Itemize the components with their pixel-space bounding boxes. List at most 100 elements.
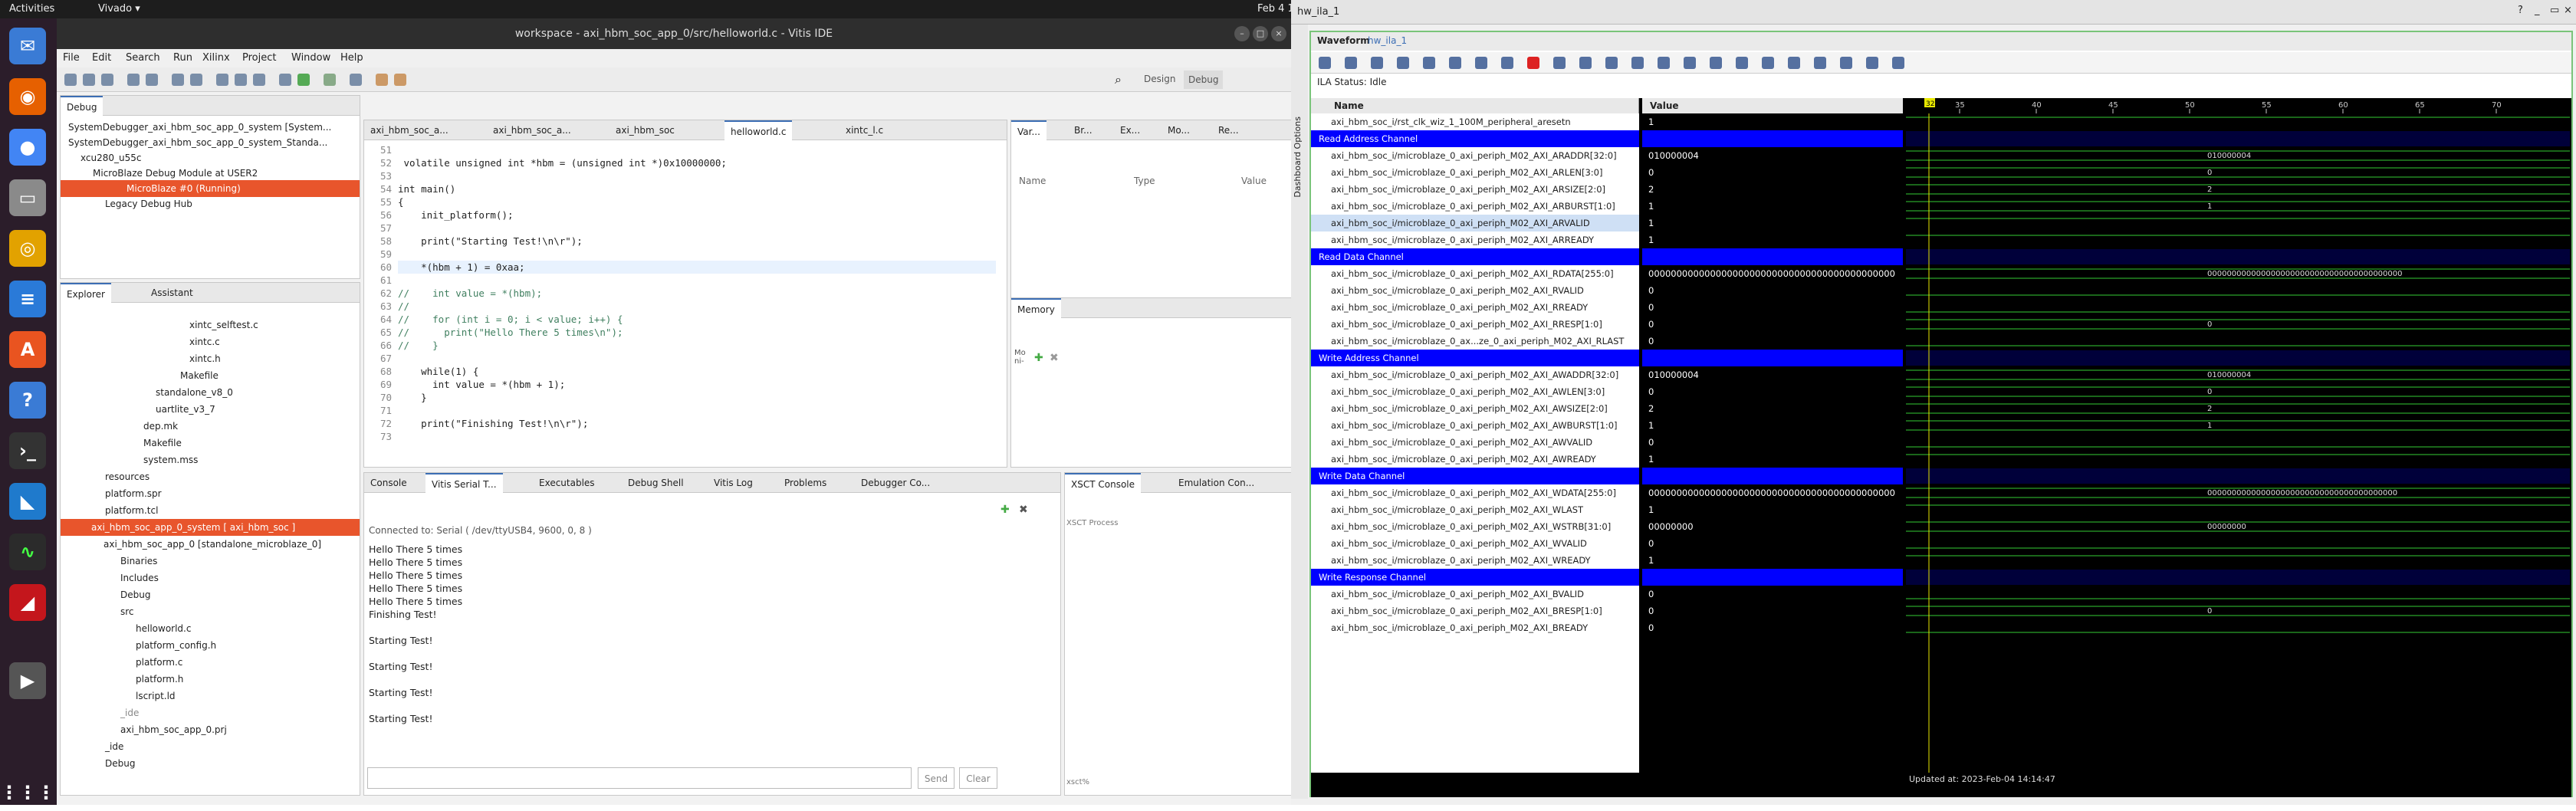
menu-xilinx[interactable]: Xilinx <box>202 52 230 64</box>
open-icon[interactable] <box>216 74 228 86</box>
export-icon[interactable] <box>1553 57 1566 69</box>
menu-run[interactable]: Run <box>173 52 192 64</box>
back-icon[interactable] <box>376 74 388 86</box>
tab-editor[interactable]: axi_hbm_soc_a... <box>487 120 577 140</box>
menu-project[interactable]: Project <box>242 52 276 64</box>
remove-monitor-icon[interactable]: ✖ <box>1050 352 1059 364</box>
new-icon[interactable] <box>64 74 77 86</box>
zoom-out-icon[interactable] <box>1371 57 1383 69</box>
signal-name[interactable]: axi_hbm_soc_i/microblaze_0_axi_periph_M0… <box>1311 535 1639 552</box>
tree-item[interactable]: Debug <box>105 755 135 772</box>
tab-serial-terminal[interactable]: Vitis Serial T... <box>426 473 503 493</box>
menu-file[interactable]: File <box>63 52 80 64</box>
link-icon[interactable] <box>253 74 265 86</box>
tree-item[interactable]: system.mss <box>143 451 198 468</box>
serial-send-input[interactable] <box>367 767 912 789</box>
tab-debug-shell[interactable]: Debug Shell <box>622 473 690 493</box>
xsct-prompt[interactable]: xsct% <box>1066 778 1089 786</box>
next-annotation-icon[interactable] <box>350 74 362 86</box>
code-editor[interactable]: axi_hbm_soc_a... axi_hbm_soc_a... axi_hb… <box>363 120 1007 468</box>
zoom-in-icon[interactable] <box>1579 57 1592 69</box>
build-icon[interactable] <box>127 74 140 86</box>
tree-item[interactable]: Makefile <box>143 435 182 451</box>
tree-item[interactable]: _ide <box>120 704 139 721</box>
menu-window[interactable]: Window <box>291 52 330 64</box>
tree-item[interactable]: platform.c <box>136 654 182 671</box>
tree-item-selected[interactable]: axi_hbm_soc_app_0_system [ axi_hbm_soc ] <box>61 519 360 536</box>
save-all-icon[interactable] <box>101 74 113 86</box>
tree-item[interactable]: standalone_v8_0 <box>156 384 233 401</box>
vscode-icon[interactable]: ◣ <box>9 483 46 520</box>
go-first-icon[interactable] <box>1684 57 1696 69</box>
vivado-icon[interactable]: ◢ <box>9 584 46 621</box>
rhythmbox-icon[interactable]: ◎ <box>9 230 46 267</box>
perspective-design[interactable]: Design <box>1144 74 1175 84</box>
search-icon[interactable]: ⌕ <box>1115 72 1122 87</box>
signal-name[interactable]: axi_hbm_soc_i/microblaze_0_axi_periph_M0… <box>1311 147 1639 164</box>
settings-icon[interactable] <box>279 74 291 86</box>
signal-name[interactable]: axi_hbm_soc_i/microblaze_0_axi_periph_M0… <box>1311 265 1639 282</box>
next-marker-icon[interactable] <box>1788 57 1800 69</box>
signal-name[interactable]: axi_hbm_soc_i/microblaze_0_axi_periph_M0… <box>1311 316 1639 333</box>
add-marker-icon[interactable] <box>1736 57 1748 69</box>
tab-debug[interactable]: Debug <box>61 96 104 116</box>
tree-item[interactable]: Legacy Debug Hub <box>105 195 192 212</box>
tab-modules[interactable]: Mo... <box>1162 120 1196 140</box>
terminal-tool-icon[interactable] <box>235 74 247 86</box>
debug-icon[interactable] <box>324 74 336 86</box>
disconnect-icon[interactable]: ✖ <box>1019 504 1028 516</box>
float-icon[interactable] <box>1866 57 1878 69</box>
files-icon[interactable]: ▭ <box>9 179 46 216</box>
writer-icon[interactable]: ≡ <box>9 281 46 317</box>
signal-name[interactable]: axi_hbm_soc_i/microblaze_0_axi_periph_M0… <box>1311 299 1639 316</box>
add-monitor-icon[interactable]: ✚ <box>1034 352 1043 364</box>
clear-button[interactable]: Clear <box>959 767 997 789</box>
signal-name[interactable]: axi_hbm_soc_i/microblaze_0_axi_periph_M0… <box>1311 586 1639 603</box>
tab-executables[interactable]: Executables <box>533 473 601 493</box>
help-icon[interactable]: ? <box>2518 5 2523 16</box>
signal-group[interactable]: Write Address Channel <box>1311 350 1639 366</box>
tree-item[interactable]: platform.tcl <box>105 502 158 519</box>
software-icon[interactable]: A <box>9 331 46 368</box>
dashboard-options[interactable]: Dashboard Options <box>1293 117 1303 198</box>
refresh-icon[interactable] <box>1397 57 1409 69</box>
minimize-icon[interactable]: _ <box>2535 5 2540 16</box>
zoom-fit-icon[interactable] <box>1631 57 1644 69</box>
go-last-icon[interactable] <box>1710 57 1722 69</box>
tab-debugger-console[interactable]: Debugger Co... <box>855 473 936 493</box>
ila-link[interactable]: hw_ila_1 <box>1368 35 1407 46</box>
close-icon[interactable]: × <box>2564 5 2572 16</box>
stop-icon[interactable] <box>1501 57 1513 69</box>
minimize-icon[interactable]: – <box>1234 26 1250 41</box>
tree-item[interactable]: SystemDebugger_axi_hbm_soc_app_0_system … <box>68 119 331 136</box>
tree-item[interactable]: Makefile <box>180 367 219 384</box>
tab-console[interactable]: Console <box>364 473 413 493</box>
menu-edit[interactable]: Edit <box>92 52 111 64</box>
menu-help[interactable]: Help <box>340 52 363 64</box>
tree-item[interactable]: _ide <box>105 738 123 755</box>
signal-name[interactable]: axi_hbm_soc_i/microblaze_0_axi_periph_M0… <box>1311 282 1639 299</box>
search-icon[interactable] <box>1319 57 1331 69</box>
signal-group[interactable]: Write Response Channel <box>1311 569 1639 586</box>
tree-item[interactable]: MicroBlaze Debug Module at USER2 <box>93 165 258 182</box>
activities-button[interactable]: Activities <box>9 3 54 15</box>
close-icon[interactable]: × <box>1271 26 1286 41</box>
tree-item[interactable]: src <box>120 603 134 620</box>
signal-name[interactable]: axi_hbm_soc_i/microblaze_0_axi_periph_M0… <box>1311 518 1639 535</box>
tree-item[interactable]: Debug <box>120 586 150 603</box>
help-icon[interactable]: ? <box>9 382 46 419</box>
tab-registers[interactable]: Re... <box>1212 120 1245 140</box>
snap-icon[interactable] <box>1840 57 1852 69</box>
settings-icon[interactable] <box>1892 57 1904 69</box>
tab-explorer[interactable]: Explorer <box>61 283 111 303</box>
zoom-out-icon[interactable] <box>1605 57 1618 69</box>
tab-helloworld[interactable]: helloworld.c <box>724 120 793 140</box>
tree-item[interactable]: axi_hbm_soc_app_0 [standalone_microblaze… <box>104 536 321 553</box>
tab-editor[interactable]: axi_hbm_soc_a... <box>364 120 455 140</box>
tab-vitis-log[interactable]: Vitis Log <box>708 473 759 493</box>
tab-variables[interactable]: Var... <box>1011 120 1046 140</box>
add-icon[interactable]: ✚ <box>1001 504 1010 516</box>
signal-name[interactable]: axi_hbm_soc_i/microblaze_0_axi_periph_M0… <box>1311 366 1639 383</box>
tree-item[interactable]: platform.h <box>136 671 183 688</box>
tab-assistant[interactable]: Assistant <box>145 283 199 303</box>
